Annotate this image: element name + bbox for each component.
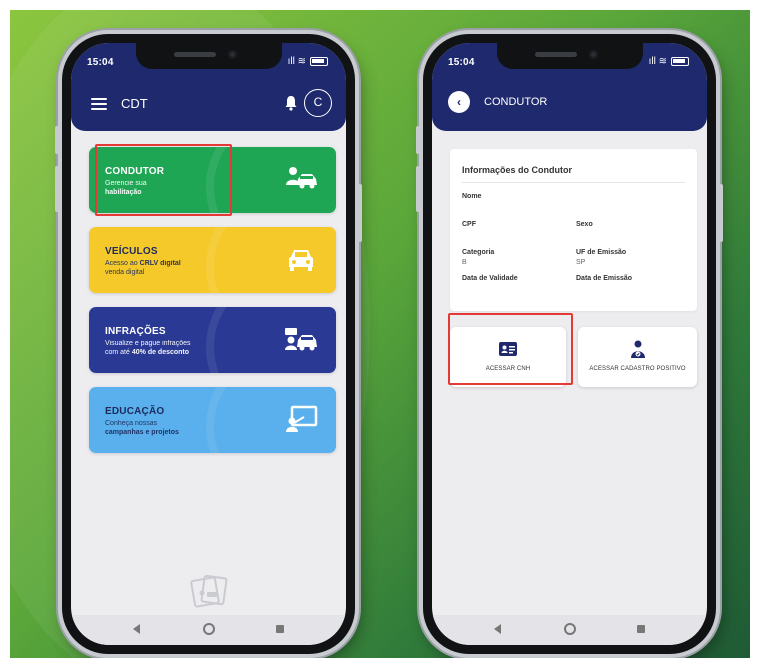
- battery-icon: [671, 57, 689, 66]
- volume-button: [416, 166, 420, 212]
- presentation-icon: [286, 405, 318, 432]
- field-label-uf-emissao: UF de Emissão: [576, 249, 627, 256]
- card-veiculos[interactable]: VEÍCULOS Acesso ao CRLV digital venda di…: [89, 227, 336, 293]
- power-button: [358, 184, 362, 242]
- highlight-box: [448, 313, 573, 385]
- back-arrow-icon[interactable]: ‹: [448, 91, 470, 113]
- status-icons: ıll ≋: [288, 56, 328, 67]
- volume-button: [55, 126, 59, 154]
- driver-car-icon: [286, 167, 317, 189]
- avatar[interactable]: C: [304, 89, 332, 117]
- field-label-cpf: CPF: [462, 221, 476, 228]
- card-description: Conheça nossas campanhas e projetos: [105, 420, 179, 436]
- card-educacao[interactable]: EDUCAÇÃO Conheça nossas campanhas e proj…: [89, 387, 336, 453]
- field-label-data-emissao: Data de Emissão: [576, 275, 633, 282]
- volume-button: [55, 166, 59, 212]
- field-value-uf-emissao: SP: [576, 259, 586, 266]
- divider: [462, 182, 685, 183]
- nav-recent-icon[interactable]: [276, 625, 284, 633]
- field-label-nome: Nome: [462, 193, 482, 200]
- power-button: [719, 184, 723, 242]
- system-nav-bar: [71, 615, 346, 645]
- signal-wifi-icon: ıll ≋: [287, 56, 306, 67]
- nav-back-icon[interactable]: [133, 624, 140, 634]
- phone-condutor: 15:04 ıll ≋ ‹ CONDUTOR Informações do Co…: [416, 34, 723, 654]
- screen-home: 15:04 ıll ≋ CDT C CONDUTOR Gerencie sua …: [71, 43, 346, 645]
- card-title: EDUCAÇÃO: [105, 406, 165, 417]
- status-icons: ıll ≋: [649, 56, 689, 67]
- phone-home: 15:04 ıll ≋ CDT C CONDUTOR Gerencie sua …: [55, 34, 362, 654]
- card-title: INFRAÇÕES: [105, 326, 166, 337]
- nav-home-icon[interactable]: [202, 623, 215, 635]
- volume-button: [416, 126, 420, 154]
- field-label-categoria: Categoria: [462, 249, 495, 256]
- status-time: 15:04: [448, 57, 475, 68]
- battery-icon: [310, 57, 328, 66]
- system-nav-bar: [432, 615, 707, 645]
- action-label: ACESSAR CADASTRO POSITIVO: [589, 366, 686, 372]
- card-description: Acesso ao CRLV digital venda digital: [105, 260, 181, 276]
- info-title: Informações do Condutor: [462, 165, 572, 175]
- page-title: CONDUTOR: [484, 96, 548, 108]
- hamburger-menu-icon[interactable]: [91, 98, 107, 110]
- nav-home-icon[interactable]: [563, 623, 576, 635]
- screen-condutor: 15:04 ıll ≋ ‹ CONDUTOR Informações do Co…: [432, 43, 707, 645]
- acessar-cadastro-positivo-button[interactable]: ACESSAR CADASTRO POSITIVO: [578, 327, 697, 387]
- status-time: 15:04: [87, 57, 114, 68]
- bell-icon[interactable]: [284, 95, 298, 111]
- notch: [135, 43, 282, 69]
- nav-back-icon[interactable]: [494, 624, 501, 634]
- field-label-sexo: Sexo: [576, 221, 593, 228]
- field-value-categoria: B: [462, 259, 467, 266]
- highlight-box: [95, 144, 232, 216]
- notch: [496, 43, 643, 69]
- car-front-icon: [289, 250, 313, 271]
- app-title: CDT: [121, 96, 148, 111]
- traffic-fine-icon: [285, 328, 317, 351]
- driver-info-card: Informações do Condutor Nome CPF Sexo Ca…: [450, 149, 697, 311]
- card-title: VEÍCULOS: [105, 246, 158, 257]
- person-registry-icon: [630, 340, 645, 358]
- app-logo-icon: [190, 574, 228, 608]
- nav-recent-icon[interactable]: [637, 625, 645, 633]
- background: 15:04 ıll ≋ CDT C CONDUTOR Gerencie sua …: [10, 10, 750, 658]
- card-description: Visualize e pague infrações com até 40% …: [105, 340, 191, 356]
- card-infracoes[interactable]: INFRAÇÕES Visualize e pague infrações co…: [89, 307, 336, 373]
- field-label-data-validade: Data de Validade: [462, 275, 518, 282]
- signal-wifi-icon: ıll ≋: [648, 56, 667, 67]
